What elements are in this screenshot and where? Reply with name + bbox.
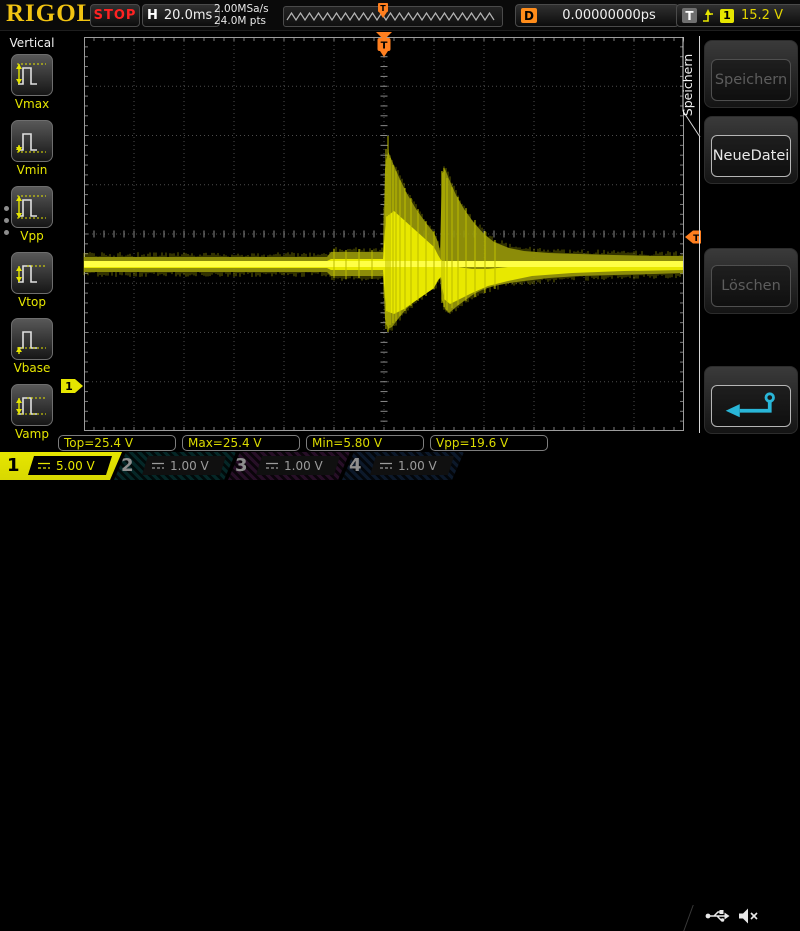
trigger-edge-icon <box>702 8 715 24</box>
vertical-measure-menu: Vertical Vmax Vmin Vpp Vtop Vbase Vamp <box>0 30 64 452</box>
measure-item-vmin[interactable]: Vmin <box>0 120 64 186</box>
statusbar-divider <box>683 905 693 931</box>
softkey-label <box>711 385 791 427</box>
softkey-neuedatei[interactable]: NeueDatei <box>704 116 798 184</box>
softkey-back[interactable] <box>704 366 798 434</box>
measure-item-vbase[interactable]: Vbase <box>0 318 64 384</box>
vtop-icon <box>11 252 53 294</box>
channel-scale-value: 1.00 V <box>170 459 209 473</box>
channel-1-status[interactable]: 1 5.00 V <box>0 452 122 480</box>
svg-text:T: T <box>381 41 388 52</box>
measure-item-vtop[interactable]: Vtop <box>0 252 64 318</box>
softkey-loeschen[interactable]: Löschen <box>704 248 798 314</box>
memory-depth-value: 24.0M pts <box>214 15 269 27</box>
measure-item-vamp[interactable]: Vamp <box>0 384 64 450</box>
menu-page-dots <box>4 206 9 235</box>
delay-value: 0.00000000ps <box>545 8 673 23</box>
channel-scale-box: 1.00 V <box>370 456 454 475</box>
measurement-readout-3: Min=5.80 V <box>306 435 424 451</box>
menu-title: Vertical <box>0 36 64 50</box>
channel-number: 3 <box>235 455 248 477</box>
channel-4-status[interactable]: 4 1.00 V <box>342 452 464 480</box>
measure-item-label: Vmin <box>17 163 48 177</box>
dc-coupling-icon <box>37 461 51 471</box>
dc-coupling-icon <box>379 461 393 471</box>
channel-scale-value: 1.00 V <box>398 459 437 473</box>
channel-status-bar: 1 5.00 V 2 1.00 V 3 1.00 V 4 1.00 V <box>0 452 800 480</box>
softkey-label: NeueDatei <box>711 135 791 177</box>
channel-scale-value: 1.00 V <box>284 459 323 473</box>
svg-text:1: 1 <box>65 380 73 393</box>
dc-coupling-icon <box>265 461 279 471</box>
measure-item-label: Vpp <box>20 229 43 243</box>
trigger-position-marker[interactable]: T <box>376 32 392 57</box>
vamp-icon <box>11 384 53 426</box>
acquisition-info: 2.00MSa/s 24.0M pts <box>214 3 269 27</box>
vmax-icon <box>11 54 53 96</box>
softkey-label: Speichern <box>711 59 791 101</box>
measure-item-label: Vtop <box>18 295 46 309</box>
horizontal-timebase-box: H 20.0ms <box>142 4 220 27</box>
measurement-readout-1: Top=25.4 V <box>58 435 176 451</box>
svg-text:T: T <box>380 4 386 13</box>
vtop-icon <box>15 256 49 290</box>
vamp-icon <box>15 388 49 422</box>
vpp-icon <box>15 190 49 224</box>
channel-1-level-marker[interactable]: 1 <box>61 379 83 393</box>
sample-rate-value: 2.00MSa/s <box>214 3 269 15</box>
channel-scale-box: 5.00 V <box>28 456 112 475</box>
measurement-readout-4: Vpp=19.6 V <box>430 435 548 451</box>
channel-2-status[interactable]: 2 1.00 V <box>114 452 236 480</box>
vbase-icon <box>15 322 49 356</box>
waveform-overview: T <box>283 6 503 27</box>
vmin-icon <box>11 120 53 162</box>
measure-item-label: Vbase <box>14 361 51 375</box>
dc-coupling-icon <box>151 461 165 471</box>
timebase-value: 20.0ms <box>164 8 212 23</box>
menu-tab: Speichern <box>679 36 700 146</box>
return-arrow-icon <box>719 391 783 421</box>
vmin-icon <box>15 124 49 158</box>
channel-number: 2 <box>121 455 134 477</box>
softkey-label: Löschen <box>711 265 791 307</box>
vpp-icon <box>11 186 53 228</box>
menu-tab-title: Speichern <box>680 39 698 131</box>
rigol-logo: RIGOL <box>6 0 94 28</box>
run-state-indicator: STOP <box>90 4 140 27</box>
channel-3-status[interactable]: 3 1.00 V <box>228 452 350 480</box>
measurement-readout-2: Max=25.4 V <box>182 435 300 451</box>
overview-waveform-icon: T <box>284 7 500 26</box>
trigger-level-value: 15.2 V <box>741 8 783 23</box>
measure-item-vpp[interactable]: Vpp <box>0 186 64 252</box>
trigger-delay-box: D 0.00000000ps <box>515 4 679 27</box>
usb-icon <box>704 907 730 925</box>
vmax-icon <box>15 58 49 92</box>
channel-scale-value: 5.00 V <box>56 459 95 473</box>
measure-item-vmax[interactable]: Vmax <box>0 54 64 120</box>
trigger-source-badge: 1 <box>720 9 734 23</box>
measure-item-label: Vmax <box>15 97 49 111</box>
trigger-label-badge: T <box>682 8 697 23</box>
softkey-speichern[interactable]: Speichern <box>704 40 798 108</box>
channel-scale-box: 1.00 V <box>256 456 340 475</box>
channel-number: 4 <box>349 455 362 477</box>
top-status-bar: RIGOL STOP H 20.0ms 2.00MSa/s 24.0M pts … <box>0 0 800 31</box>
channel-number: 1 <box>7 455 20 477</box>
trigger-status-box: T 1 15.2 V <box>676 4 800 27</box>
horizontal-label: H <box>147 8 158 23</box>
vbase-icon <box>11 318 53 360</box>
measure-item-label: Vamp <box>15 427 49 441</box>
waveform-display: TT1 <box>84 37 684 431</box>
delay-label-badge: D <box>521 8 537 23</box>
speaker-muted-icon <box>737 907 759 925</box>
channel-scale-box: 1.00 V <box>142 456 226 475</box>
